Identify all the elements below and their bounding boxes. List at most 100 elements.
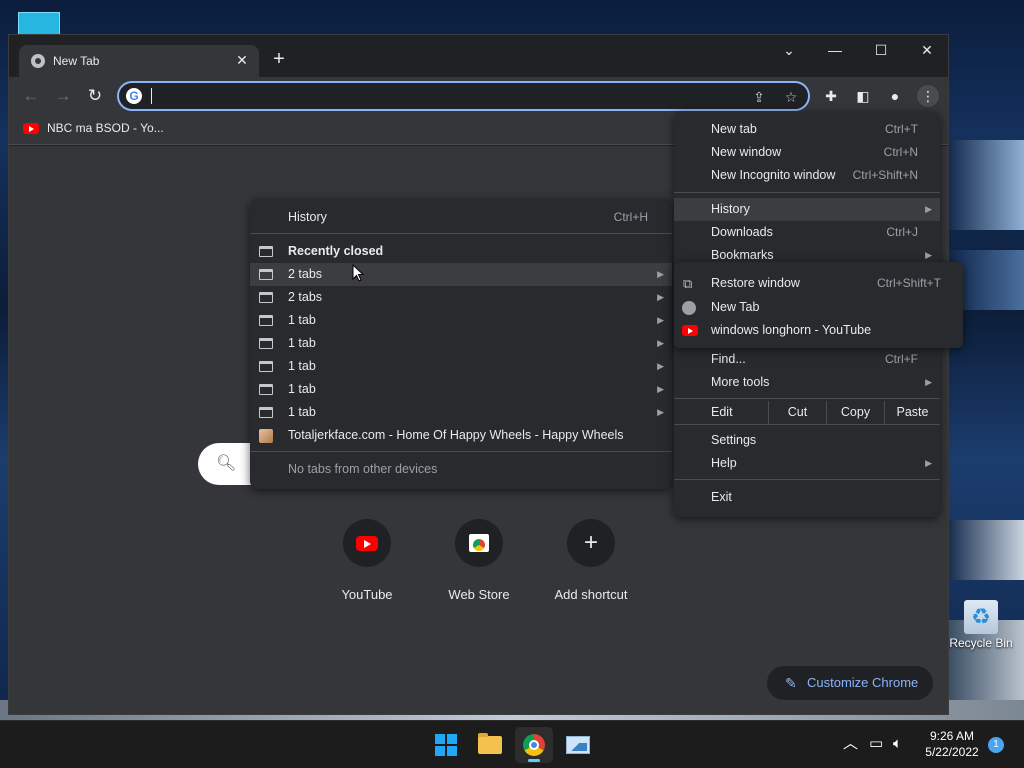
chrome-tab-icon (31, 54, 45, 68)
mouse-cursor-icon (352, 264, 364, 282)
close-window-button[interactable]: ✕ (907, 39, 947, 61)
menu-item-new-window[interactable]: New window Ctrl+N (674, 141, 940, 164)
arrow-right-icon: ▶ (657, 315, 664, 325)
customize-chrome-button[interactable]: ✎ Customize Chrome (767, 666, 933, 700)
youtube-icon (23, 122, 39, 134)
shortcut-text: Ctrl+J (886, 225, 918, 239)
recent-youtube-item[interactable]: windows longhorn - YouTube (674, 319, 963, 342)
tabs-icon (259, 269, 273, 280)
menu-item-help[interactable]: Help ▶ (674, 452, 940, 475)
arrow-right-icon: ▶ (657, 361, 664, 371)
shortcut-text: Ctrl+Shift+T (876, 276, 941, 290)
chevron-up-icon[interactable]: ︿ (843, 735, 858, 753)
copy-button[interactable]: Copy (826, 401, 884, 424)
share-icon[interactable]: ⇪ (749, 87, 769, 107)
recycle-bin[interactable]: ♻ Recycle Bin (946, 600, 1016, 650)
arrow-right-icon: ▶ (925, 204, 932, 214)
cut-button[interactable]: Cut (768, 401, 826, 424)
arrow-right-icon: ▶ (657, 269, 664, 279)
photos-icon (566, 736, 590, 754)
recent-tabs-item[interactable]: 1 tab ▶ (250, 355, 672, 378)
menu-kebab-icon[interactable]: ⋮ (917, 85, 939, 107)
taskbar: ︿ ▭ 🔈︎ 9:26 AM 5/22/2022 1 (0, 720, 1024, 768)
tab-title: New Tab (53, 54, 100, 68)
system-clock[interactable]: 9:26 AM 5/22/2022 (920, 728, 984, 760)
history-recent-popup: ⧉ Restore window Ctrl+Shift+T New Tab wi… (674, 262, 963, 348)
menu-item-settings[interactable]: Settings (674, 429, 940, 452)
recent-tabs-item[interactable]: 1 tab ▶ (250, 378, 672, 401)
tabs-icon (259, 361, 273, 372)
profile-icon[interactable]: ● (884, 85, 906, 107)
site-favicon (259, 429, 273, 443)
side-panel-icon[interactable]: ◧ (852, 85, 874, 107)
divider (674, 398, 940, 399)
history-submenu: History Ctrl+H Recently closed 2 tabs ▶ … (250, 199, 672, 489)
new-tab-button[interactable]: + (267, 47, 291, 71)
reload-icon[interactable]: ↻ (83, 84, 107, 108)
bookmark-star-icon[interactable]: ☆ (781, 87, 801, 107)
network-icon[interactable]: ▭ (869, 735, 883, 753)
text-caret (151, 88, 152, 104)
recent-tabs-item[interactable]: 1 tab ▶ (250, 309, 672, 332)
volume-icon[interactable]: 🔈︎ (893, 735, 902, 753)
tab-new-tab[interactable]: New Tab ✕ (19, 45, 259, 78)
toolbar: ← → ↻ G ⇪ ☆ ✚ ◧ ● ⋮ (9, 77, 948, 115)
tab-search-icon[interactable]: ⌄ (769, 39, 809, 61)
recycle-bin-label: Recycle Bin (949, 636, 1013, 650)
back-icon[interactable]: ← (19, 84, 43, 108)
close-tab-icon[interactable]: ✕ (233, 51, 251, 69)
tabs-icon (259, 407, 273, 418)
minimize-button[interactable]: — (815, 39, 855, 61)
clock-time: 9:26 AM (929, 729, 975, 743)
shortcut-text: Ctrl+H (613, 210, 648, 224)
history-menu-item[interactable]: History Ctrl+H (250, 206, 672, 229)
menu-item-more-tools[interactable]: More tools ▶ (674, 371, 940, 394)
recycle-bin-icon: ♻ (964, 600, 998, 634)
forward-icon[interactable]: → (51, 84, 75, 108)
arrow-right-icon: ▶ (657, 384, 664, 394)
arrow-right-icon: ▶ (657, 407, 664, 417)
shortcut-text: Ctrl+N (883, 145, 918, 159)
restore-window-item[interactable]: ⧉ Restore window Ctrl+Shift+T (674, 272, 963, 295)
shortcut-label: YouTube (341, 587, 393, 602)
divider (674, 479, 940, 480)
clock-date: 5/22/2022 (925, 745, 979, 759)
chrome-icon (523, 734, 545, 756)
menu-item-downloads[interactable]: Downloads Ctrl+J (674, 221, 940, 244)
search-icon: 🔍︎ (216, 455, 237, 472)
menu-item-new-tab[interactable]: New tab Ctrl+T (674, 118, 940, 141)
chrome-taskbar-button[interactable] (515, 727, 553, 763)
recent-tabs-item[interactable]: 2 tabs ▶ (250, 263, 672, 286)
google-icon: G (126, 88, 142, 104)
menu-item-new-incognito[interactable]: New Incognito window Ctrl+Shift+N (674, 164, 940, 187)
bookmark-item[interactable]: NBC ma BSOD - Yo... (23, 121, 164, 135)
shortcut-youtube[interactable]: YouTube (311, 519, 423, 602)
shortcut-text: Ctrl+F (885, 352, 918, 366)
start-button[interactable] (427, 727, 465, 763)
recent-tabs-item[interactable]: 2 tabs ▶ (250, 286, 672, 309)
active-indicator (528, 759, 540, 762)
extensions-icon[interactable]: ✚ (820, 85, 842, 107)
arrow-right-icon: ▶ (925, 377, 932, 387)
recent-site-item[interactable]: Totaljerkface.com - Home Of Happy Wheels… (250, 424, 672, 447)
shortcut-web-store[interactable]: Web Store (423, 519, 535, 602)
globe-icon (682, 301, 696, 315)
shortcut-add[interactable]: + Add shortcut (535, 519, 647, 602)
address-bar[interactable]: G ⇪ ☆ (117, 81, 810, 111)
recent-new-tab-item[interactable]: New Tab (674, 296, 963, 319)
windows-logo-icon (435, 734, 457, 756)
paste-button[interactable]: Paste (884, 401, 940, 424)
divider (250, 233, 672, 234)
file-explorer-button[interactable] (471, 727, 509, 763)
notification-badge[interactable]: 1 (988, 737, 1004, 753)
maximize-button[interactable]: ☐ (861, 39, 901, 61)
photos-taskbar-button[interactable] (559, 727, 597, 763)
arrow-right-icon: ▶ (925, 458, 932, 468)
menu-item-find[interactable]: Find... Ctrl+F (674, 348, 940, 371)
tabs-icon (259, 246, 273, 257)
menu-item-exit[interactable]: Exit (674, 486, 940, 509)
menu-item-history[interactable]: History ▶ (674, 198, 940, 221)
recent-tabs-item[interactable]: 1 tab ▶ (250, 332, 672, 355)
recent-tabs-item[interactable]: 1 tab ▶ (250, 401, 672, 424)
arrow-right-icon: ▶ (657, 292, 664, 302)
